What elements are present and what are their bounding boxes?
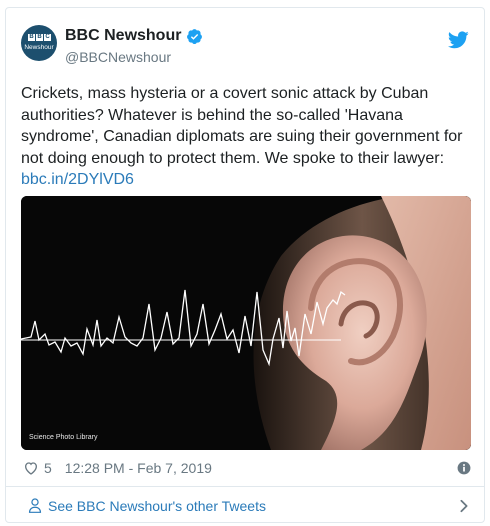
media-credit: Science Photo Library — [29, 434, 98, 441]
person-icon — [28, 498, 42, 513]
tweet-body: Crickets, mass hysteria or a covert soni… — [21, 85, 467, 167]
avatar[interactable]: B B C Newshour — [21, 25, 57, 61]
tweet-timestamp[interactable]: 12:28 PM - Feb 7, 2019 — [65, 460, 212, 476]
author-name-row[interactable]: BBC Newshour — [65, 27, 203, 45]
avatar-letter-b2: B — [36, 34, 43, 41]
tweet-link[interactable]: bbc.in/2DYlVD6 — [21, 171, 134, 188]
like-count[interactable]: 5 — [44, 460, 52, 476]
avatar-letter-b1: B — [28, 34, 35, 41]
tweet-header: B B C Newshour BBC Newshour @BBCNewshour — [21, 25, 469, 69]
see-other-tweets-label[interactable]: See BBC Newshour's other Tweets — [48, 498, 266, 514]
see-other-tweets-link[interactable]: See BBC Newshour's other Tweets — [6, 486, 484, 522]
avatar-subtitle: Newshour — [24, 44, 54, 51]
tweet-media-image[interactable]: Science Photo Library — [21, 196, 471, 450]
tweet-text: Crickets, mass hysteria or a covert soni… — [21, 83, 473, 191]
chevron-right-icon[interactable] — [459, 499, 469, 513]
tweet-meta-row: 5 12:28 PM - Feb 7, 2019 — [23, 459, 212, 477]
info-icon[interactable] — [457, 461, 471, 475]
embedded-tweet-card: B B C Newshour BBC Newshour @BBCNewshour… — [5, 7, 485, 523]
bbc-logo: B B C — [28, 34, 51, 41]
author-name[interactable]: BBC Newshour — [65, 27, 181, 45]
verified-badge-icon — [187, 28, 203, 44]
heart-icon[interactable] — [23, 460, 39, 476]
author-handle[interactable]: @BBCNewshour — [65, 49, 171, 65]
avatar-letter-c: C — [44, 34, 51, 41]
twitter-bird-icon[interactable] — [448, 31, 469, 49]
ear-photo — [21, 196, 471, 450]
